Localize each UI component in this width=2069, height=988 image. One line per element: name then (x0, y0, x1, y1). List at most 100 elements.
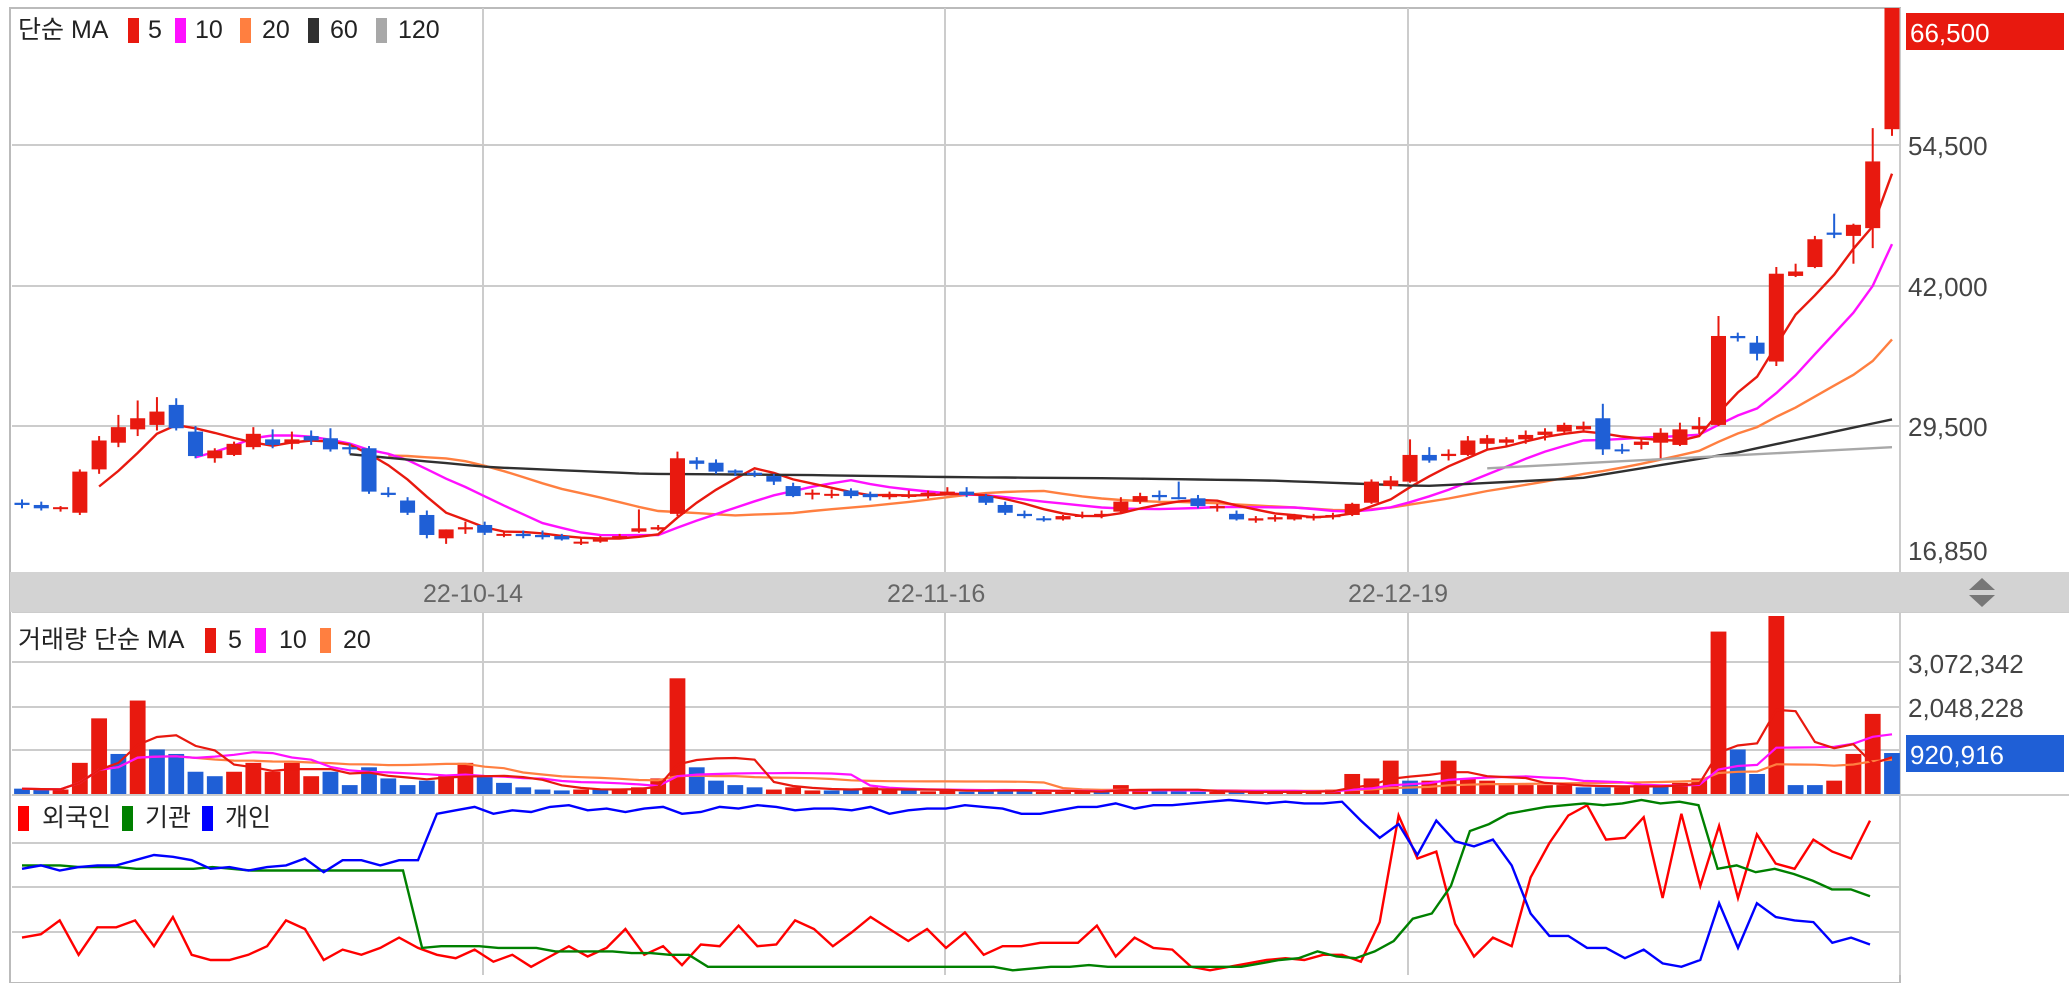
volume-bar (110, 753, 127, 794)
candle-body (1865, 161, 1881, 229)
candle-body (843, 490, 859, 497)
candle-body (727, 470, 743, 473)
volume-bar (958, 791, 975, 794)
volume-bar (168, 753, 185, 794)
candle-body (1363, 481, 1380, 503)
candle-body (380, 492, 396, 495)
volume-bar (341, 785, 358, 794)
candle-body (1479, 438, 1495, 444)
candle-body (939, 491, 955, 494)
candle-body (1229, 513, 1245, 520)
stock-chart: 단순 MA 5 10 20 60 120 54,500 42,000 29,50… (0, 0, 2069, 984)
candle-body (1248, 518, 1264, 521)
candle-body (1556, 424, 1572, 432)
candle-body (554, 536, 570, 540)
candle-body (669, 458, 685, 514)
candle-body (1749, 342, 1765, 354)
volume-bar (1749, 773, 1765, 794)
candle-body (631, 528, 647, 532)
candle-body (1710, 335, 1727, 425)
price-axis: 54,500 42,000 29,500 16,850 66,500 (1906, 13, 2064, 566)
candle-body (1306, 516, 1322, 519)
vol-ma5-swatch (205, 628, 216, 653)
volume-bar (1016, 791, 1033, 794)
ma120-label: 120 (398, 16, 440, 44)
volume-bar (534, 789, 551, 794)
vol-ma10-label: 10 (279, 626, 307, 654)
candle-body (1190, 498, 1206, 507)
candle-body (130, 418, 146, 430)
candle-body (1441, 453, 1457, 457)
ma60-label: 60 (330, 16, 358, 44)
candle-body (342, 447, 358, 450)
date-label-2: 22-11-16 (887, 580, 985, 608)
volume-bar (573, 789, 589, 794)
volume-bar (1845, 753, 1862, 794)
candle-body (650, 527, 666, 530)
investor-legend: 외국인 기관 개인 (18, 804, 271, 832)
candle (1344, 502, 1360, 517)
candle-body (978, 496, 994, 503)
candle-body (534, 534, 551, 538)
candle-body (303, 436, 319, 441)
candle-body (1788, 271, 1804, 276)
candle-body (573, 541, 589, 544)
volume-bar (1190, 791, 1206, 794)
volume-bar (91, 718, 108, 794)
candle-body (747, 472, 763, 475)
volume-bar (900, 790, 917, 794)
candle-body (1402, 454, 1418, 482)
volume-bar (746, 787, 763, 794)
candle-body (457, 527, 473, 530)
candle-body (592, 538, 608, 542)
candle-body (1826, 232, 1842, 235)
last-volume-label: 920,916 (1910, 740, 2004, 770)
ma5-label: 5 (148, 16, 162, 44)
volume-bar (1575, 787, 1592, 794)
candle-body (1768, 273, 1784, 362)
volume-bar (1479, 780, 1496, 794)
volume-bar (823, 790, 840, 794)
price-tick-16850: 16,850 (1908, 536, 1988, 566)
candle-body (766, 476, 782, 482)
candle-body (1344, 503, 1360, 515)
candle (72, 469, 88, 515)
candle-body (1383, 480, 1399, 487)
volume-bar (1055, 791, 1071, 794)
candle-body (689, 460, 705, 464)
candle-body (1132, 496, 1148, 502)
volume-bar (1537, 785, 1553, 794)
candle-body (1325, 514, 1341, 518)
foreign-swatch (18, 806, 29, 831)
candle-body (187, 431, 204, 457)
candle-body (361, 448, 377, 492)
price-tick-42000: 42,000 (1908, 272, 1988, 302)
candle-body (862, 493, 878, 498)
ma60-swatch (308, 18, 319, 43)
candle-body (824, 493, 840, 496)
candle-body (322, 438, 338, 450)
volume-bar (920, 791, 936, 794)
candle-body (438, 529, 454, 539)
volume-bar (226, 771, 242, 794)
volume-bar (1498, 785, 1515, 794)
volume-bar (418, 780, 435, 794)
volume-bar (765, 789, 782, 794)
candle (91, 436, 107, 474)
candle-body (920, 492, 936, 497)
candle-body (33, 504, 49, 509)
candle-body (1113, 501, 1129, 512)
candle-body (1653, 432, 1669, 443)
candle-body (110, 427, 126, 443)
volume-bar (1614, 787, 1631, 794)
candle-body (1633, 441, 1649, 445)
vol-ma5-label: 5 (228, 626, 242, 654)
ma10-swatch (175, 18, 186, 43)
candle (669, 451, 685, 517)
volume-bar (129, 700, 146, 794)
volume-tick-2: 2,048,228 (1908, 693, 2024, 723)
candle-body (400, 500, 416, 513)
candle-body (1498, 439, 1514, 443)
candle-body (1691, 426, 1707, 430)
candle (1884, 8, 1900, 136)
